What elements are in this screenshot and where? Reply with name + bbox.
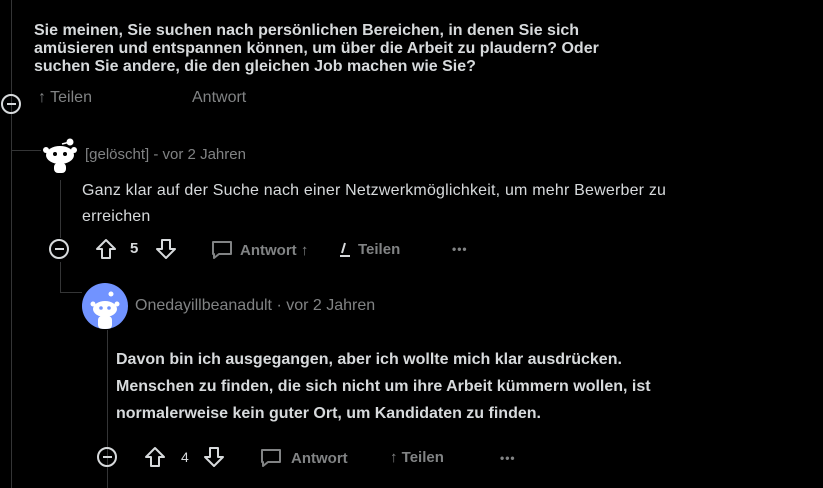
comment-text-line: Sie meinen, Sie suchen nach persönlichen… [34,22,580,39]
comment-age: - vor 2 Jahren [149,146,246,163]
more-options-icon[interactable]: ••• [500,451,516,465]
comment-text-line: erreichen [82,208,151,225]
collapse-button[interactable] [49,239,69,259]
comment-text: Davon bin ich ausgegangen, aber ich woll… [116,346,651,427]
collapse-button[interactable] [1,94,21,114]
more-options-icon[interactable]: ••• [452,242,468,256]
reply-button[interactable]: Antwort [259,447,348,469]
comment-text: Ganz klar auf der Suche nach einer Netzw… [82,178,666,230]
comment-meta: Onedayillbeanadult · vor 2 Jahren [135,297,375,315]
share-icon [338,240,352,258]
share-label: Teilen [358,240,401,258]
thread-line-root [11,0,12,488]
vote-count: 5 [130,240,139,257]
reply-label: Antwort [291,449,348,467]
share-label: ↑ Teilen [390,449,444,466]
avatar [40,134,78,174]
upvote-icon[interactable] [143,445,167,469]
comment-bubble-icon [210,239,234,261]
share-button[interactable]: ↑ Teilen [38,89,92,107]
upvote-icon[interactable] [94,237,118,261]
thread-line-nested-branch [60,292,82,293]
downvote-icon[interactable] [202,445,226,469]
deleted-avatar-icon [43,138,77,173]
thread-line-deleted [60,180,61,238]
comment-text-line: Menschen zu finden, die sich nicht um ih… [116,378,651,395]
comment-text: Sie meinen, Sie suchen nach persönlichen… [34,22,794,76]
comment-text-line: Davon bin ich ausgegangen, aber ich woll… [116,351,622,368]
thread-line-nested [60,262,61,292]
reply-label: Antwort [192,89,247,106]
comment-age: · vor 2 Jahren [272,297,376,314]
collapse-button[interactable] [97,447,117,467]
share-button[interactable]: Teilen [338,240,400,258]
downvote-icon[interactable] [154,237,178,261]
reply-label: Antwort ↑ [240,241,309,259]
share-label: ↑ Teilen [38,89,92,106]
share-button[interactable]: ↑ Teilen [390,449,444,466]
comment-text-line: normalerweise kein guter Ort, um Kandida… [116,405,541,422]
comment-text-line: suchen Sie andere, die den gleichen Job … [34,58,476,75]
reply-button[interactable]: Antwort [192,89,246,107]
snoo-avatar-icon [90,291,120,329]
avatar [82,283,128,329]
thread-line-branch [11,150,41,151]
comment-meta: [gelöscht] - vor 2 Jahren [85,146,246,163]
author-name[interactable]: [gelöscht] [85,146,149,163]
comment-bubble-icon [259,447,283,469]
reply-button[interactable]: Antwort ↑ [210,239,308,261]
author-name[interactable]: Onedayillbeanadult [135,297,272,314]
vote-count: 4 [181,449,189,465]
comment-text-line: Ganz klar auf der Suche nach einer Netzw… [82,182,667,199]
comment-text-line: amüsieren und entspannen können, um über… [34,40,599,57]
